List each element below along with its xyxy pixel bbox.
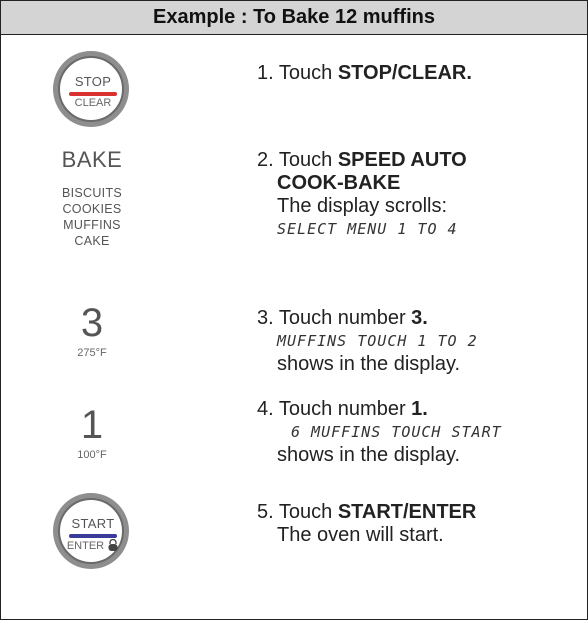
bake-label: BAKE [61, 147, 123, 172]
clear-label: CLEAR [74, 97, 112, 109]
lock-icon [108, 538, 118, 551]
step-5-line: The oven will start. [277, 524, 444, 546]
step-2: 2. Touch SPEED AUTO COOK-BAKE The displa… [257, 149, 587, 241]
step-4-bold: 1. [411, 398, 428, 420]
step-5-bold: START/ENTER [337, 501, 477, 523]
step-3-display-text: MUFFINS TOUCH 1 TO 2 [277, 332, 478, 350]
stop-clear-button-face: STOP CLEAR [58, 56, 124, 122]
step-3-bold: 3. [411, 307, 428, 329]
enter-label-text: ENTER [66, 540, 105, 552]
bake-item-muffins: MUFFINS [63, 218, 121, 232]
step-4-display-text: 6 MUFFINS TOUCH START [291, 423, 502, 441]
start-label: START [71, 516, 115, 531]
step-4-text: 4. Touch number [257, 398, 412, 420]
step-2-line: The display scrolls: [277, 195, 448, 217]
number-3-pad[interactable]: 3 275°F [1, 303, 183, 359]
step-2-display-text: SELECT MENU 1 TO 4 [277, 220, 458, 238]
bake-item-cookies: COOKIES [62, 202, 122, 216]
step-1: 1. Touch STOP/CLEAR. [257, 62, 587, 85]
start-enter-button[interactable]: START ENTER [53, 493, 129, 569]
step-3-line: shows in the display. [277, 353, 461, 375]
step-3: 3. Touch number 3. MUFFINS TOUCH 1 TO 2 … [257, 307, 587, 376]
bake-menu-list: BISCUITS COOKIES MUFFINS CAKE [1, 185, 183, 249]
step-5: 5. Touch START/ENTER The oven will start… [257, 501, 587, 547]
step-2-bold-2: COOK-BAKE [277, 172, 401, 194]
bake-item-biscuits: BISCUITS [61, 186, 123, 200]
step-1-text: 1. Touch [257, 62, 338, 84]
step-4-line: shows in the display. [277, 444, 461, 466]
step-4: 4. Touch number 1. 6 MUFFINS TOUCH START… [257, 398, 587, 467]
bake-item-cake: CAKE [74, 234, 110, 248]
number-1-temp: 100°F [77, 449, 107, 461]
bake-pad[interactable]: BAKE BISCUITS COOKIES MUFFINS CAKE [1, 147, 183, 249]
number-3-temp: 275°F [77, 347, 107, 359]
step-3-text: 3. Touch number [257, 307, 412, 329]
number-3-digit: 3 [80, 301, 104, 345]
number-1-digit: 1 [80, 403, 104, 447]
stop-red-bar [69, 92, 117, 96]
stop-label: STOP [74, 74, 112, 89]
number-1-pad[interactable]: 1 100°F [1, 405, 183, 461]
start-enter-button-face: START ENTER [58, 498, 124, 564]
stop-clear-button[interactable]: STOP CLEAR [53, 51, 129, 127]
panel-title: Example : To Bake 12 muffins [1, 1, 587, 35]
instruction-panel: Example : To Bake 12 muffins STOP CLEAR … [0, 0, 588, 620]
enter-label: ENTER [60, 538, 126, 552]
step-1-bold: STOP/CLEAR. [337, 62, 472, 84]
step-2-text: 2. Touch [257, 149, 338, 171]
step-5-text: 5. Touch [257, 501, 338, 523]
step-2-bold-1: SPEED AUTO [337, 149, 467, 171]
start-blue-bar [69, 534, 117, 538]
